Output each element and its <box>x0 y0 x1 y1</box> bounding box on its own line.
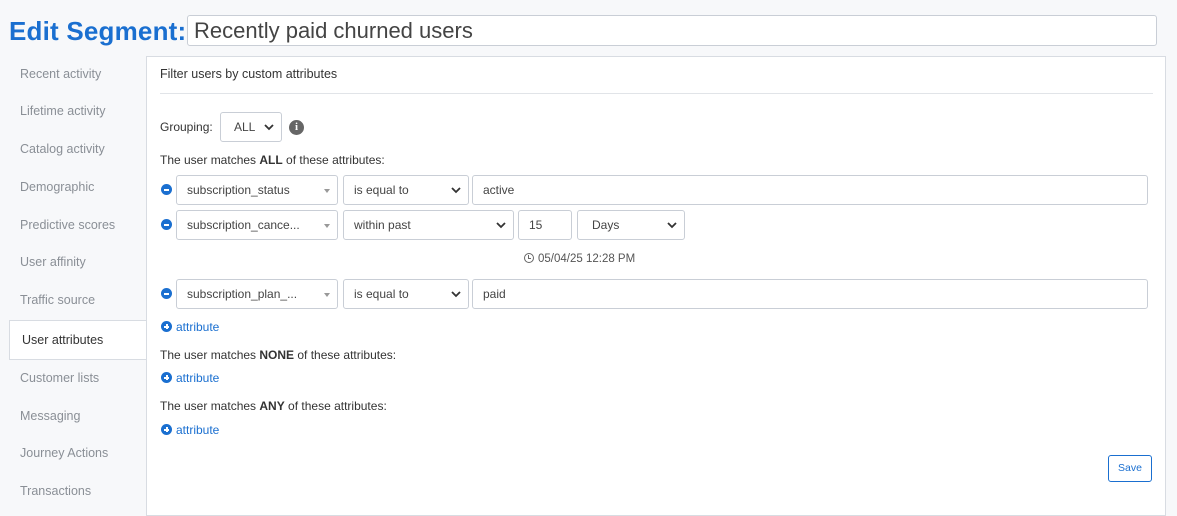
add-attribute-none-link[interactable]: attribute <box>161 371 219 385</box>
computed-date-text: 05/04/25 12:28 PM <box>538 253 636 265</box>
page-header: Edit Segment: <box>0 0 1177 56</box>
panel-divider <box>160 93 1153 94</box>
chevron-down-icon <box>451 291 461 298</box>
sidebar-item-traffic-source[interactable]: Traffic source <box>9 282 146 319</box>
sidebar-item-transactions[interactable]: Transactions <box>9 473 146 510</box>
value-input-3[interactable] <box>472 279 1148 309</box>
operator-select-3[interactable]: is equal to <box>343 279 469 309</box>
remove-row-icon[interactable] <box>161 184 172 195</box>
plus-circle-icon <box>161 321 172 332</box>
sidebar-item-customer-lists[interactable]: Customer lists <box>9 360 146 397</box>
chevron-down-icon <box>264 124 274 131</box>
operator-select-value: within past <box>354 218 411 232</box>
attribute-select-value: subscription_cance... <box>187 218 300 232</box>
any-section-heading: The user matches ANY of these attributes… <box>160 399 387 413</box>
attribute-select-value: subscription_status <box>187 183 290 197</box>
value-input-2[interactable] <box>518 210 572 240</box>
clock-icon <box>524 253 534 263</box>
operator-select-1[interactable]: is equal to <box>343 175 469 205</box>
filter-panel: Filter users by custom attributes Groupi… <box>146 56 1166 516</box>
remove-row-icon[interactable] <box>161 219 172 230</box>
add-attribute-all-link[interactable]: attribute <box>161 320 219 334</box>
plus-circle-icon <box>161 424 172 435</box>
sidebar-item-messaging[interactable]: Messaging <box>9 398 146 435</box>
chevron-down-icon <box>451 187 461 194</box>
sidebar: Recent activity Lifetime activity Catalo… <box>0 56 146 506</box>
grouping-select-value: ALL <box>234 120 256 134</box>
none-section-heading: The user matches NONE of these attribute… <box>160 348 397 362</box>
computed-date: 05/04/25 12:28 PM <box>524 253 635 265</box>
sidebar-item-predictive-scores[interactable]: Predictive scores <box>9 207 146 244</box>
panel-title: Filter users by custom attributes <box>160 67 338 81</box>
operator-select-2[interactable]: within past <box>343 210 514 240</box>
caret-down-icon <box>324 293 330 297</box>
chevron-down-icon <box>496 222 506 229</box>
unit-select-value: Days <box>592 218 620 232</box>
attribute-select-1[interactable]: subscription_status <box>176 175 338 205</box>
sidebar-item-user-attributes[interactable]: User attributes <box>9 320 146 360</box>
operator-select-value: is equal to <box>354 183 409 197</box>
attribute-select-2[interactable]: subscription_cance... <box>176 210 338 240</box>
caret-down-icon <box>324 224 330 228</box>
info-icon[interactable]: i <box>289 120 304 135</box>
attribute-select-3[interactable]: subscription_plan_... <box>176 279 338 309</box>
add-attribute-any-link[interactable]: attribute <box>161 423 219 437</box>
attribute-select-value: subscription_plan_... <box>187 287 298 301</box>
operator-select-value: is equal to <box>354 287 409 301</box>
sidebar-item-recent-activity[interactable]: Recent activity <box>9 56 146 93</box>
sidebar-item-journey-actions[interactable]: Journey Actions <box>9 435 146 472</box>
plus-circle-icon <box>161 372 172 383</box>
sidebar-item-lifetime-activity[interactable]: Lifetime activity <box>9 93 146 130</box>
value-input-1[interactable] <box>472 175 1148 205</box>
segment-name-input[interactable] <box>187 15 1157 46</box>
all-section-heading: The user matches ALL of these attributes… <box>160 153 385 167</box>
remove-row-icon[interactable] <box>161 288 172 299</box>
sidebar-item-catalog-activity[interactable]: Catalog activity <box>9 131 146 168</box>
grouping-select[interactable]: ALL <box>220 112 282 142</box>
sidebar-item-user-affinity[interactable]: User affinity <box>9 244 146 281</box>
page-title: Edit Segment: <box>9 16 187 46</box>
grouping-label: Grouping: <box>160 120 213 134</box>
chevron-down-icon <box>667 222 677 229</box>
caret-down-icon <box>324 189 330 193</box>
sidebar-item-demographic[interactable]: Demographic <box>9 169 146 206</box>
unit-select[interactable]: Days <box>577 210 685 240</box>
save-button[interactable]: Save <box>1108 455 1152 482</box>
